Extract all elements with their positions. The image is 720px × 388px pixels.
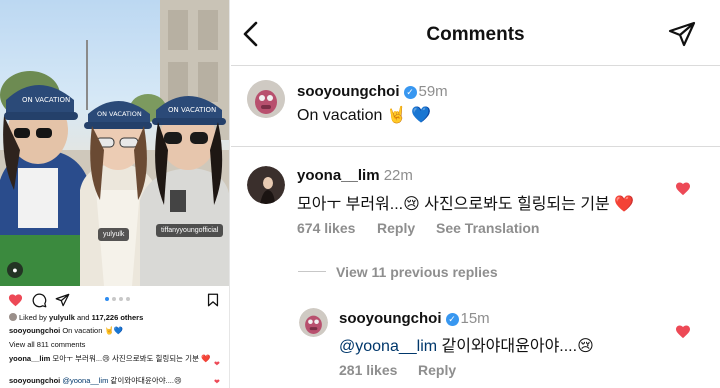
- reply-author-avatar[interactable]: [299, 308, 328, 337]
- replies-divider-line: [298, 271, 326, 272]
- post-caption: On vacation 🤘 💙: [297, 107, 432, 124]
- reply-reply-button[interactable]: Reply: [418, 362, 456, 378]
- comment-likes-count[interactable]: 674 likes: [297, 220, 355, 236]
- liked-by-user[interactable]: yulyulk: [49, 313, 75, 322]
- divider: [231, 146, 720, 147]
- reply-mention[interactable]: @yoona__lim: [339, 338, 437, 355]
- caption-text: On vacation 🤘💙: [62, 326, 124, 335]
- commenter-avatar[interactable]: [247, 166, 285, 204]
- tagged-users-icon[interactable]: ●: [7, 262, 23, 278]
- comment-time: 22m: [383, 167, 413, 184]
- photo-tag-tiffany[interactable]: tiffanyyoungofficial: [156, 224, 224, 237]
- photo-tag-yulyulk[interactable]: yulyulk: [98, 228, 130, 241]
- preview-comment-mention[interactable]: @yoona__lim: [62, 376, 108, 385]
- svg-text:ON VACATION: ON VACATION: [22, 96, 70, 104]
- liked-by-count[interactable]: 117,226 others: [92, 313, 144, 322]
- comment-author-line: yoona__lim 22m: [297, 167, 413, 184]
- post-author-avatar[interactable]: [247, 80, 285, 118]
- caption-line: sooyoungchoi On vacation 🤘💙: [9, 326, 123, 335]
- preview-comment-1: yoona__lim 모아ㅜ 부러워...😢 사진으로봐도 힐링되는 기분 ❤️: [9, 353, 210, 364]
- preview-comment-2: sooyoungchoi @yoona__lim 같이와야대윤아야....😢: [9, 375, 182, 386]
- post-author-username[interactable]: sooyoungchoi: [297, 83, 400, 100]
- reply-username[interactable]: sooyoungchoi: [339, 310, 442, 327]
- post-time: 59m: [418, 83, 448, 100]
- verified-badge-icon: ✓: [445, 313, 459, 326]
- post-actions-bar: [0, 289, 229, 311]
- reply-like-heart-icon[interactable]: [675, 324, 691, 340]
- reply-time: 15m: [460, 310, 490, 327]
- liked-by-line: Liked by yulyulk and 117,226 others: [9, 313, 143, 322]
- comment-bubble-icon[interactable]: [31, 292, 47, 308]
- comment-like-heart-icon[interactable]: [675, 181, 691, 197]
- comments-header: Comments: [231, 0, 720, 66]
- view-all-comments[interactable]: View all 811 comments: [9, 340, 85, 349]
- like-heart-icon[interactable]: [7, 292, 23, 308]
- share-send-icon[interactable]: [54, 292, 70, 308]
- svg-text:ON VACATION: ON VACATION: [168, 106, 216, 114]
- post-author-line: sooyoungchoi ✓ 59m: [297, 83, 448, 100]
- reply-text: 같이와야대윤아야....😢: [437, 338, 594, 355]
- reply-button[interactable]: Reply: [377, 220, 415, 236]
- reply-text-line: @yoona__lim 같이와야대윤아야....😢: [339, 332, 594, 356]
- post-photo-illustration: ON VACATION ON VACATION ON VACATION: [0, 0, 229, 286]
- see-translation-button[interactable]: See Translation: [436, 220, 539, 236]
- svg-text:ON VACATION: ON VACATION: [97, 110, 142, 118]
- post-panel: ON VACATION ON VACATION ON VACATION yuly…: [0, 0, 230, 388]
- post-photo[interactable]: ON VACATION ON VACATION ON VACATION yuly…: [0, 0, 229, 286]
- preview-like-heart-icon[interactable]: ❤: [214, 360, 220, 368]
- carousel-dot: [105, 297, 109, 301]
- preview-comment-text: 같이와야대윤아야....😢: [110, 376, 182, 385]
- liked-by-middle: and: [74, 313, 92, 322]
- verified-badge-icon: ✓: [403, 86, 417, 99]
- bookmark-icon[interactable]: [205, 292, 221, 308]
- reply-author-line: sooyoungchoi ✓ 15m: [339, 310, 490, 327]
- comment-text: 모아ㅜ 부러워...😢 사진으로봐도 힐링되는 기분 ❤️: [297, 196, 635, 213]
- page-title: Comments: [426, 24, 525, 45]
- carousel-indicator: [105, 297, 130, 301]
- preview-comment-user[interactable]: sooyoungchoi: [9, 376, 60, 385]
- preview-comment-user[interactable]: yoona__lim: [9, 354, 50, 363]
- liker-avatar: [9, 313, 17, 321]
- carousel-dot: [119, 297, 123, 301]
- comments-panel: Comments sooyoungchoi ✓ 59m On vacation 🤘 …: [231, 0, 720, 388]
- liked-by-prefix: Liked by: [19, 313, 50, 322]
- view-previous-replies-button[interactable]: View 11 previous replies: [336, 264, 498, 280]
- preview-like-heart-icon[interactable]: ❤: [214, 378, 220, 386]
- direct-send-icon[interactable]: [668, 21, 698, 49]
- caption-user[interactable]: sooyoungchoi: [9, 326, 60, 335]
- comment-username[interactable]: yoona__lim: [297, 167, 380, 184]
- carousel-dot: [112, 297, 116, 301]
- reply-likes-count[interactable]: 281 likes: [339, 362, 397, 378]
- carousel-dot: [126, 297, 130, 301]
- preview-comment-text: 모아ㅜ 부러워...😢 사진으로봐도 힐링되는 기분 ❤️: [52, 354, 211, 363]
